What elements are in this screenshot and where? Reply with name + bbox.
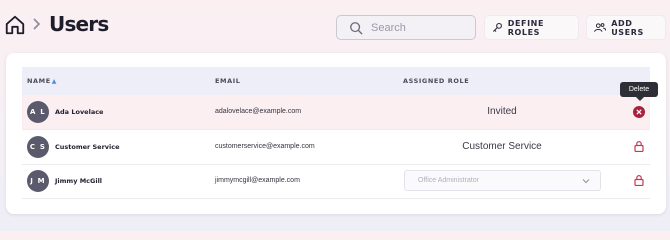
table-header: NAME▲ EMAIL ASSIGNED ROLE [22, 67, 650, 95]
lock-icon [634, 141, 644, 152]
define-roles-label: DEFINE ROLES [507, 18, 545, 37]
top-bar: Users DEFINE ROLES ADD USERS [0, 0, 670, 52]
user-email: customerservice@example.com [215, 143, 315, 150]
delete-tooltip: Delete [620, 82, 658, 101]
role-value: Customer Service [462, 141, 542, 152]
role-select[interactable]: Office Administrator [404, 170, 601, 191]
lock-icon [634, 175, 644, 186]
add-users-label: ADD USERS [611, 18, 644, 37]
column-header-name-label: NAME [27, 77, 51, 85]
search-box[interactable] [336, 15, 476, 40]
page-title: Users [49, 12, 109, 36]
user-name: Customer Service [55, 143, 120, 151]
table-row[interactable]: J M Jimmy McGill jimmymcgill@example.com… [22, 164, 650, 199]
users-icon [594, 23, 607, 32]
user-email: jimmymcgill@example.com [215, 177, 300, 184]
delete-icon[interactable] [633, 106, 645, 118]
role-select-placeholder: Office Administrator [418, 177, 479, 184]
table-row[interactable]: C S Customer Service customerservice@exa… [22, 130, 650, 165]
define-roles-button[interactable]: DEFINE ROLES [484, 15, 579, 40]
search-icon [350, 22, 363, 35]
avatar: A L [27, 101, 49, 123]
avatar: J M [27, 170, 49, 192]
user-email: adalovelace@example.com [215, 108, 302, 115]
avatar: C S [27, 136, 49, 158]
column-header-name[interactable]: NAME▲ [27, 77, 57, 85]
home-icon[interactable] [4, 14, 26, 36]
column-header-email: EMAIL [215, 77, 241, 85]
table-row[interactable]: A L Ada Lovelace adalovelace@example.com… [22, 95, 650, 130]
column-header-role: ASSIGNED ROLE [403, 77, 470, 85]
chevron-right-icon [33, 18, 41, 30]
key-icon [492, 22, 502, 32]
role-status: Invited [487, 106, 517, 117]
chevron-down-icon [582, 179, 590, 184]
user-name: Jimmy McGill [55, 177, 103, 185]
search-input[interactable] [371, 19, 471, 37]
sort-ascending-icon: ▲ [51, 78, 57, 85]
user-name: Ada Lovelace [55, 108, 104, 116]
add-users-button[interactable]: ADD USERS [586, 15, 666, 40]
